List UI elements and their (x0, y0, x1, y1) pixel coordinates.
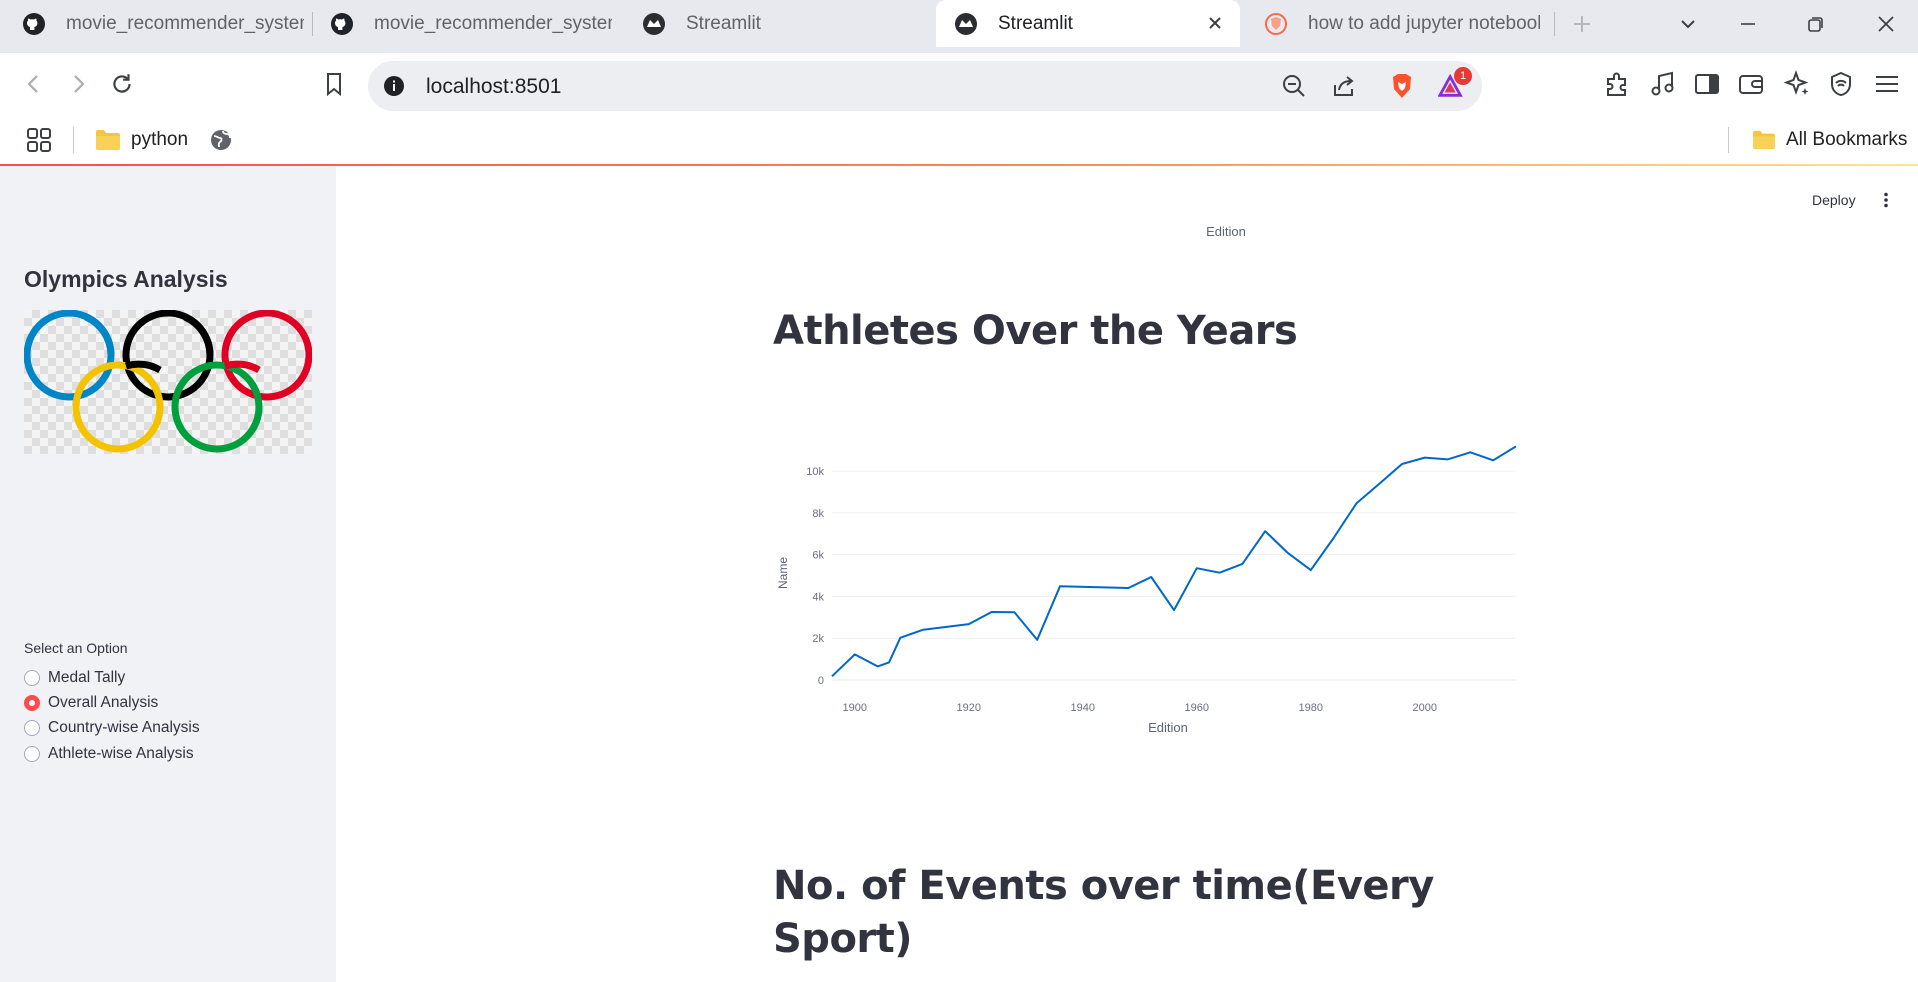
site-info-icon[interactable] (380, 72, 408, 100)
radio-option-athlete-wise-analysis[interactable]: Athlete-wise Analysis (24, 743, 194, 765)
brave-shields-icon[interactable] (1388, 72, 1416, 100)
bookmark-separator (1728, 127, 1729, 153)
brave-search-icon (1264, 12, 1288, 36)
radio-button[interactable] (24, 670, 40, 686)
bookmark-page-icon[interactable] (318, 68, 350, 100)
section-title-events-line-1: No. of Events over time(Every (773, 863, 1434, 909)
github-icon (22, 12, 46, 36)
x-tick-label: 1900 (843, 702, 867, 714)
browser-tab-3[interactable]: Streamlit (636, 0, 926, 47)
radio-option-medal-tally[interactable]: Medal Tally (24, 667, 125, 689)
tab-search-chevron-down-icon[interactable] (1674, 10, 1702, 38)
notification-badge: 1 (1454, 67, 1472, 85)
radio-button[interactable] (24, 746, 40, 762)
y-axis-title: Name (776, 557, 790, 589)
sidebar-toggle-icon[interactable] (1692, 69, 1722, 99)
deploy-button[interactable]: Deploy (1812, 192, 1856, 208)
browser-tab-1[interactable]: movie_recommender_system/ (14, 0, 304, 47)
tab-title: Streamlit (686, 12, 761, 34)
y-tick-label: 4k (812, 591, 824, 603)
section-title-athletes: Athletes Over the Years (773, 308, 1298, 354)
radio-option-label: Medal Tally (48, 669, 126, 686)
minimize-icon[interactable] (1734, 10, 1762, 38)
close-icon[interactable] (1204, 12, 1226, 34)
tab-title: movie_recommender_system/ (66, 12, 304, 34)
x-tick-label: 2000 (1413, 702, 1437, 714)
folder-icon (95, 129, 121, 151)
wallet-icon[interactable] (1736, 69, 1766, 99)
radio-button[interactable] (24, 720, 40, 736)
browser-tab-4-active[interactable]: Streamlit (936, 0, 1240, 47)
browser-tab-5[interactable]: how to add jupyter notebook (1254, 0, 1540, 47)
streamlit-icon (642, 12, 666, 36)
section-title-events-line-2: Sport) (773, 916, 913, 962)
tab-separator (312, 12, 313, 36)
radio-option-overall-analysis[interactable]: Overall Analysis (24, 692, 158, 714)
tab-title: Streamlit (998, 12, 1073, 34)
main-menu-kebab-icon[interactable] (1876, 190, 1896, 210)
folder-icon (1752, 130, 1776, 150)
apps-grid-icon[interactable] (26, 125, 52, 155)
media-music-icon[interactable] (1648, 69, 1678, 99)
athletes-line-chart: 0 2k 4k 6k 8k 10k 1900 1920 1940 1960 1980 2000 Edit… (776, 445, 1517, 735)
radio-option-country-wise-analysis[interactable]: Country-wise Analysis (24, 717, 200, 739)
tab-strip: movie_recommender_system/ movie_recommen… (0, 0, 1918, 53)
leo-ai-sparkle-icon[interactable] (1782, 69, 1812, 99)
sidebar-title: Olympics Analysis (24, 266, 228, 292)
y-tick-label: 0 (818, 675, 824, 687)
bookmark-separator (73, 127, 74, 153)
series-line (831, 445, 1517, 678)
x-tick-label: 1980 (1299, 702, 1323, 714)
y-tick-label: 2k (812, 633, 824, 645)
radio-group-label: Select an Option (24, 640, 128, 656)
url-text[interactable]: localhost:8501 (426, 75, 561, 99)
forward-arrow-icon[interactable] (62, 68, 94, 100)
github-icon (330, 12, 354, 36)
radio-option-label: Country-wise Analysis (48, 719, 200, 736)
tab-title: how to add jupyter notebook (1308, 12, 1540, 34)
hamburger-menu-icon[interactable] (1872, 69, 1902, 99)
app-main: Deploy Edition Athletes Over the Years 0… (336, 166, 1918, 982)
close-window-icon[interactable] (1872, 10, 1900, 38)
bookmarks-bar: python All Bookmarks (0, 115, 1918, 165)
back-arrow-icon[interactable] (18, 68, 50, 100)
bookmark-folder-python[interactable]: python (95, 125, 188, 155)
x-tick-label: 1960 (1185, 702, 1209, 714)
reload-icon[interactable] (106, 68, 138, 100)
all-bookmarks-button[interactable]: All Bookmarks (1752, 125, 1907, 155)
extensions-puzzle-icon[interactable] (1602, 69, 1632, 99)
all-bookmarks-label: All Bookmarks (1786, 129, 1908, 150)
streamlit-icon (954, 12, 978, 36)
tab-title: movie_recommender_system/ (374, 12, 612, 34)
x-tick-label: 1920 (957, 702, 981, 714)
olympic-rings-image (23, 309, 313, 454)
radio-option-label: Athlete-wise Analysis (48, 745, 194, 762)
address-bar[interactable]: localhost:8501 1 (368, 61, 1482, 111)
zoom-out-icon[interactable] (1280, 72, 1308, 100)
new-tab-plus-icon[interactable] (1568, 10, 1596, 38)
browser-tab-2[interactable]: movie_recommender_system/ (322, 0, 612, 47)
radio-option-label: Overall Analysis (48, 694, 159, 711)
browser-toolbar: localhost:8501 1 (0, 53, 1918, 115)
restore-window-icon[interactable] (1802, 10, 1830, 38)
vpn-shield-icon[interactable] (1826, 69, 1856, 99)
y-tick-label: 8k (812, 508, 824, 520)
previous-chart-x-axis-title: Edition (1206, 224, 1246, 239)
app-sidebar: Olympics Analysis Select an Option Medal… (0, 166, 336, 982)
share-icon[interactable] (1330, 72, 1358, 100)
globe-icon[interactable] (209, 125, 233, 155)
bookmark-folder-label: python (131, 129, 189, 150)
y-tick-label: 10k (806, 466, 824, 478)
radio-button-selected[interactable] (24, 695, 40, 711)
x-tick-label: 1940 (1071, 702, 1095, 714)
tab-separator (1554, 12, 1555, 36)
y-tick-label: 6k (812, 550, 824, 562)
x-axis-title: Edition (1148, 720, 1188, 735)
